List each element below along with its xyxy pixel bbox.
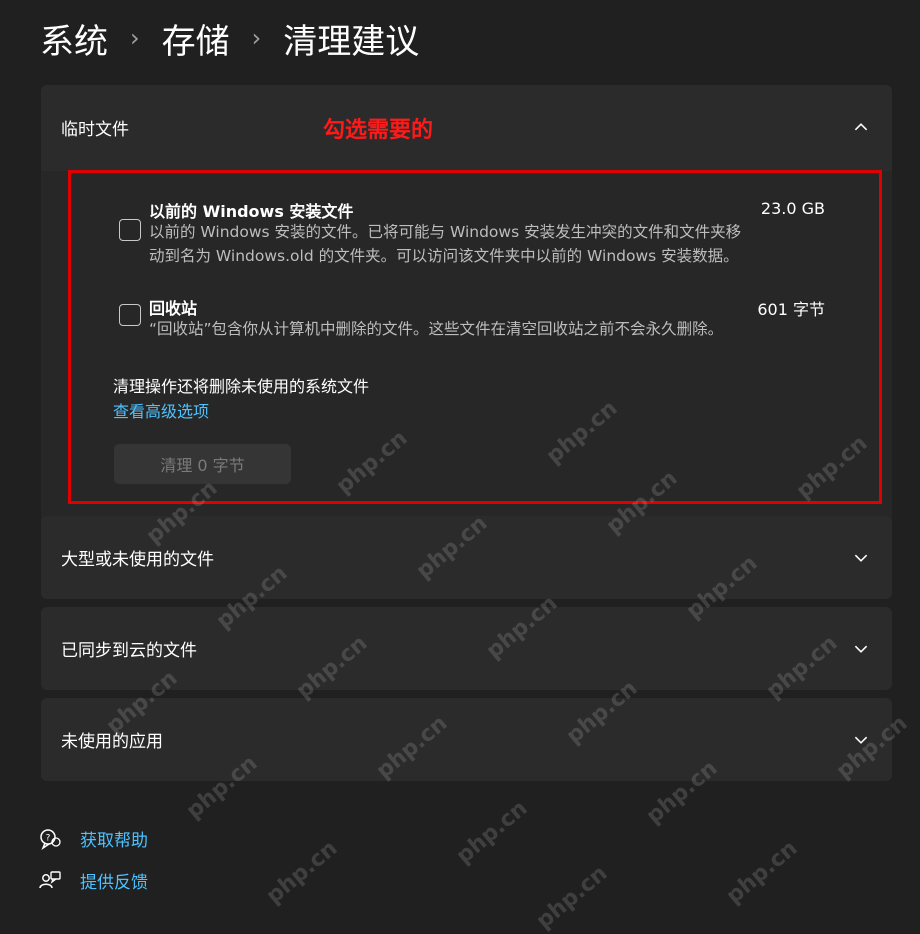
watermark: php.cn <box>531 860 613 934</box>
cloud-files-header[interactable]: 已同步到云的文件 <box>41 607 892 690</box>
watermark: php.cn <box>451 795 533 870</box>
temp-files-title: 临时文件 <box>61 119 129 140</box>
page-title: 清理建议 <box>283 21 420 62</box>
svg-text:?: ? <box>46 833 51 843</box>
breadcrumb-separator: › <box>130 24 140 52</box>
breadcrumb-separator: › <box>251 24 262 52</box>
help-chat-icon: ? <box>40 828 61 850</box>
chevron-down-icon[interactable] <box>852 640 870 658</box>
give-feedback-label[interactable]: 提供反馈 <box>80 868 148 893</box>
breadcrumb: 系统 › 存储 › 清理建议 <box>40 14 419 62</box>
option-previous-windows-title: 以前的 Windows 安装文件 <box>149 202 354 221</box>
temp-files-header[interactable]: 临时文件 <box>41 85 892 169</box>
clean-button[interactable]: 清理 0 字节 <box>114 444 291 484</box>
desc-line: 以前的 Windows 安装的文件。已将可能与 Windows 安装发生冲突的文… <box>149 223 742 241</box>
breadcrumb-system[interactable]: 系统 <box>40 14 108 63</box>
feedback-person-icon <box>39 870 61 888</box>
option-previous-windows-size: 23.0 GB <box>760 199 825 218</box>
large-files-panel[interactable]: 大型或未使用的文件 <box>41 516 892 599</box>
option-recycle-bin-desc: “回收站”包含你从计算机中删除的文件。这些文件在清空回收站之前不会永久删除。 <box>149 317 824 341</box>
get-help-label[interactable]: 获取帮助 <box>80 826 148 851</box>
large-files-title: 大型或未使用的文件 <box>61 550 214 570</box>
desc-line: “回收站”包含你从计算机中删除的文件。这些文件在清空回收站之前不会永久删除。 <box>149 320 724 338</box>
option-recycle-bin-title: 回收站 <box>149 299 198 318</box>
large-files-header[interactable]: 大型或未使用的文件 <box>41 516 892 599</box>
desc-line: 动到名为 Windows.old 的文件夹。可以访问该文件夹中以前的 Windo… <box>149 247 739 265</box>
breadcrumb-storage[interactable]: 存储 <box>162 14 230 63</box>
watermark: php.cn <box>261 835 343 910</box>
chevron-up-icon[interactable] <box>852 118 870 136</box>
unused-apps-header[interactable]: 未使用的应用 <box>41 698 892 781</box>
cloud-files-panel[interactable]: 已同步到云的文件 <box>41 607 892 690</box>
unused-apps-panel[interactable]: 未使用的应用 <box>41 698 892 781</box>
get-help-link[interactable]: ? 获取帮助 <box>38 826 148 851</box>
watermark: php.cn <box>721 835 803 910</box>
annotation-text: 勾选需要的 <box>323 118 434 143</box>
chevron-down-icon[interactable] <box>852 731 870 749</box>
chevron-down-icon[interactable] <box>852 549 870 567</box>
cloud-files-title: 已同步到云的文件 <box>61 641 197 661</box>
unused-apps-title: 未使用的应用 <box>61 732 163 752</box>
give-feedback-link[interactable]: 提供反馈 <box>38 868 148 893</box>
cleanup-note: 清理操作还将删除未使用的系统文件 <box>113 377 370 396</box>
option-previous-windows-desc: 以前的 Windows 安装的文件。已将可能与 Windows 安装发生冲突的文… <box>149 220 824 268</box>
checkbox-recycle-bin[interactable] <box>119 304 141 326</box>
advanced-options-link[interactable]: 查看高级选项 <box>113 398 209 422</box>
checkbox-previous-windows[interactable] <box>119 219 141 241</box>
